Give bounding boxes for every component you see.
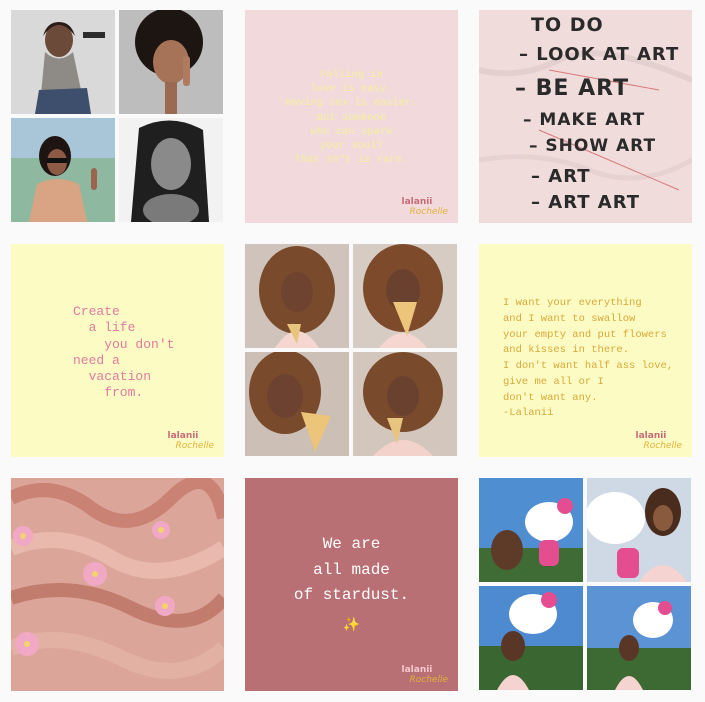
photo-woman-peace — [11, 118, 115, 222]
photo-icecream-2 — [353, 244, 457, 348]
photo-hellokitty-balloon-1 — [479, 478, 583, 582]
todo-line: – SHOW ART — [529, 136, 657, 156]
quote-text: I want your everything and I want to swa… — [503, 297, 674, 420]
post-tile-collage-zoe[interactable] — [11, 10, 224, 223]
post-tile-quote-love[interactable]: Falling in love is easy. Having sex is e… — [245, 10, 458, 223]
quote-text: We are all made of stardust. — [293, 535, 410, 605]
quote-text: Falling in love is easy. Having sex is e… — [285, 69, 418, 167]
photo-woman-crouching — [11, 10, 115, 114]
brand-logo: lalanii Rochelle — [167, 431, 215, 451]
photo-hellokitty-balloon-3 — [479, 586, 583, 690]
sparkles-icon: ✨ — [342, 616, 361, 632]
todo-line: – MAKE ART — [523, 110, 646, 130]
quote-text: Create a life you don't need a vacation … — [73, 304, 175, 401]
photo-hellokitty-balloon-2 — [587, 478, 691, 582]
post-tile-collage-hellokitty[interactable] — [479, 478, 692, 691]
photo-icecream-3 — [245, 352, 349, 456]
photo-icecream-1 — [245, 244, 349, 348]
brand-logo: lalanii Rochelle — [401, 197, 449, 217]
photo-woman-shh — [119, 10, 223, 114]
post-tile-collage-icecream[interactable] — [245, 244, 458, 457]
post-tile-todo-art[interactable]: TO DO – LOOK AT ART – BE ART – MAKE ART … — [479, 10, 692, 223]
post-tile-pink-hair[interactable] — [11, 478, 224, 691]
todo-line: – LOOK AT ART — [519, 44, 680, 65]
post-tile-quote-vacation[interactable]: Create a life you don't need a vacation … — [11, 244, 224, 457]
post-tile-quote-stardust[interactable]: We are all made of stardust. ✨ lalanii R… — [245, 478, 458, 691]
todo-line: – ART ART — [531, 192, 641, 213]
photo-hellokitty-balloon-4 — [587, 586, 691, 690]
photo-woman-bw-portrait — [119, 118, 223, 222]
brand-logo: lalanii Rochelle — [401, 665, 449, 685]
todo-line: – BE ART — [515, 76, 630, 101]
todo-line: – ART — [531, 166, 591, 187]
post-tile-quote-everything[interactable]: I want your everything and I want to swa… — [479, 244, 692, 457]
brand-logo: lalanii Rochelle — [635, 431, 683, 451]
todo-heading: TO DO — [531, 14, 604, 36]
photo-pink-hair-flowers — [11, 478, 224, 691]
photo-icecream-4 — [353, 352, 457, 456]
